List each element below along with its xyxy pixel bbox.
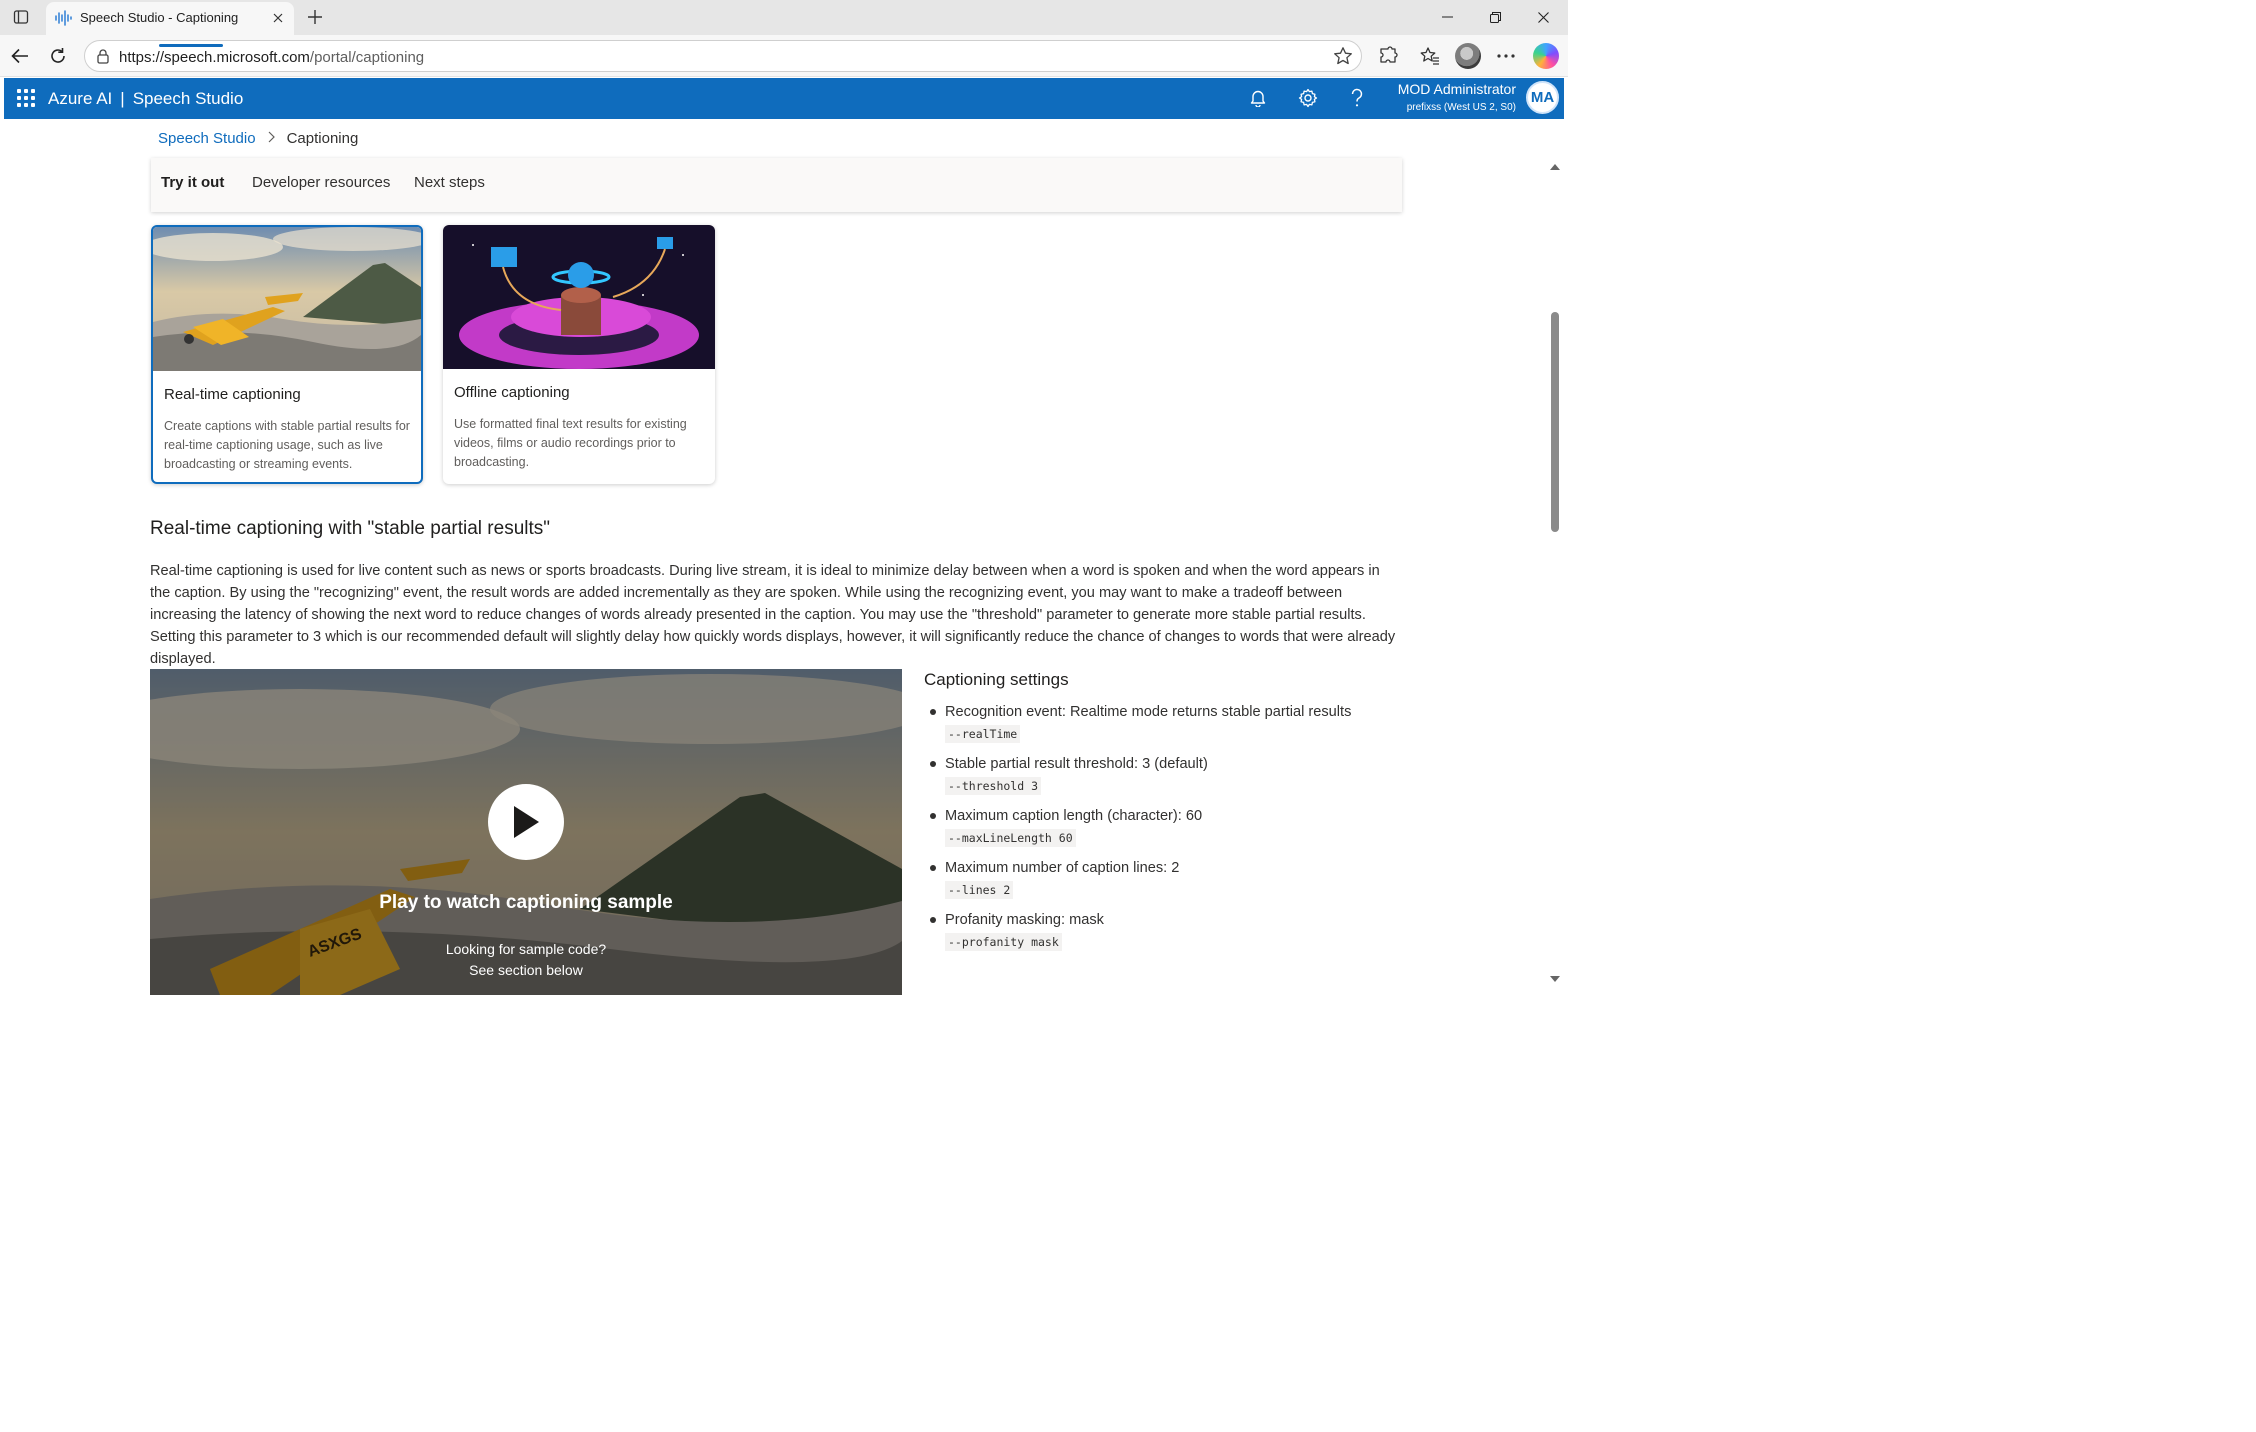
brand-name: Azure AI — [48, 89, 113, 108]
new-tab-icon[interactable] — [302, 4, 328, 30]
section-paragraph: Real-time captioning is used for live co… — [150, 563, 1396, 667]
play-icon — [514, 806, 539, 838]
url-host: https://speech.microsoft.com — [119, 49, 310, 66]
see-section-below: See section below — [469, 962, 583, 978]
space-scene-image — [443, 225, 715, 369]
play-title: Play to watch captioning sample — [379, 892, 673, 913]
refresh-icon[interactable] — [44, 42, 72, 70]
breadcrumb-current: Captioning — [286, 130, 359, 147]
page-scrollbar[interactable] — [1548, 160, 1562, 990]
scrollbar-thumb[interactable] — [1551, 312, 1559, 532]
settings-item-text: Maximum number of caption lines: 2 — [945, 860, 1180, 876]
address-bar[interactable]: https://speech.microsoft.com/portal/capt… — [84, 40, 1362, 72]
tab-title: Speech Studio - Captioning — [80, 10, 239, 25]
url-text[interactable]: https://speech.microsoft.com/portal/capt… — [119, 49, 424, 66]
card-description: Create captions with stable partial resu… — [164, 419, 410, 471]
product-name: Speech Studio — [132, 89, 244, 108]
url-path: /portal/captioning — [309, 49, 425, 66]
section-heading: Real-time captioning with "stable partia… — [150, 518, 551, 539]
copilot-icon[interactable] — [1533, 43, 1559, 69]
breadcrumb: Speech Studio Captioning — [158, 130, 358, 147]
sample-code-question: Looking for sample code? — [445, 941, 607, 957]
chevron-right-icon — [268, 131, 275, 146]
notifications-bell-icon[interactable] — [1247, 87, 1269, 109]
user-avatar[interactable]: MA — [1526, 81, 1559, 114]
settings-item: Profanity masking: mask --profanity mask — [924, 910, 1394, 951]
browser-tab-active[interactable]: Speech Studio - Captioning — [46, 2, 294, 35]
settings-item-code: --maxLineLength 60 — [945, 829, 1076, 847]
tab-try-it-out[interactable]: Try it out — [161, 174, 224, 191]
card-title: Real-time captioning — [164, 386, 301, 403]
settings-gear-icon[interactable] — [1297, 87, 1319, 109]
card-description: Use formatted final text results for exi… — [454, 417, 687, 469]
settings-item-code: --profanity mask — [945, 933, 1062, 951]
settings-item-code: --lines 2 — [945, 881, 1014, 899]
tab-actions-icon[interactable] — [7, 6, 35, 28]
settings-item-text: Maximum caption length (character): 60 — [945, 808, 1203, 824]
sample-code-hint: Looking for sample code? See section bel… — [150, 939, 902, 981]
close-window-icon[interactable] — [1520, 4, 1566, 30]
speech-studio-favicon-icon — [55, 10, 72, 26]
settings-item-text: Profanity masking: mask — [945, 912, 1104, 928]
captioning-settings: Captioning settings Recognition event: R… — [924, 670, 1394, 962]
back-icon[interactable] — [6, 42, 34, 70]
extensions-icon[interactable] — [1374, 42, 1402, 70]
settings-list: Recognition event: Realtime mode returns… — [924, 702, 1394, 951]
user-name[interactable]: MOD Administrator — [1398, 81, 1516, 97]
card-title: Offline captioning — [454, 384, 570, 401]
settings-item: Recognition event: Realtime mode returns… — [924, 702, 1394, 743]
profile-avatar[interactable] — [1455, 43, 1481, 69]
tab-next-steps[interactable]: Next steps — [414, 174, 485, 191]
settings-heading: Captioning settings — [924, 670, 1069, 689]
brand-separator: | — [120, 89, 125, 108]
settings-item: Maximum number of caption lines: 2 --lin… — [924, 858, 1394, 899]
browser-tab-bar: Speech Studio - Captioning — [0, 0, 1568, 35]
app-header: Azure AI | Speech Studio MOD Administrator… — [4, 78, 1564, 119]
settings-item-code: --threshold 3 — [945, 777, 1042, 795]
settings-item: Maximum caption length (character): 60 -… — [924, 806, 1394, 847]
settings-item: Stable partial result threshold: 3 (defa… — [924, 754, 1394, 795]
close-tab-icon[interactable] — [268, 8, 288, 28]
favorites-icon[interactable] — [1416, 42, 1444, 70]
favorite-star-icon[interactable] — [1333, 46, 1353, 66]
play-button[interactable] — [488, 784, 564, 860]
brand[interactable]: Azure AI | Speech Studio — [48, 89, 243, 109]
card-offline-captioning[interactable]: Offline captioning Use formatted final t… — [443, 225, 715, 484]
settings-item-code: --realTime — [945, 725, 1021, 743]
more-options-icon[interactable] — [1492, 42, 1520, 70]
active-tab-indicator — [159, 44, 223, 47]
minimize-window-icon[interactable] — [1424, 4, 1470, 30]
captioning-sample-video[interactable]: ASXGS Play to watch captioning sample Lo… — [150, 669, 902, 995]
page-tabs: Try it out Developer resources Next step… — [151, 158, 1402, 212]
tab-developer-resources[interactable]: Developer resources — [252, 174, 390, 191]
user-resource[interactable]: prefixss (West US 2, S0) — [1407, 102, 1516, 113]
settings-item-text: Recognition event: Realtime mode returns… — [945, 704, 1352, 720]
restore-window-icon[interactable] — [1472, 4, 1518, 30]
settings-item-text: Stable partial result threshold: 3 (defa… — [945, 756, 1208, 772]
scroll-up-arrow-icon[interactable] — [1550, 164, 1560, 170]
scroll-down-arrow-icon[interactable] — [1550, 976, 1560, 982]
breadcrumb-speech-studio[interactable]: Speech Studio — [158, 130, 256, 147]
browser-toolbar: https://speech.microsoft.com/portal/capt… — [0, 35, 1568, 77]
site-info-lock-icon[interactable] — [95, 48, 111, 64]
app-launcher-icon[interactable] — [17, 89, 35, 107]
help-question-icon[interactable] — [1346, 87, 1368, 109]
card-real-time-captioning[interactable]: Real-time captioning Create captions wit… — [151, 225, 423, 484]
airplane-over-clouds-image — [153, 227, 421, 371]
